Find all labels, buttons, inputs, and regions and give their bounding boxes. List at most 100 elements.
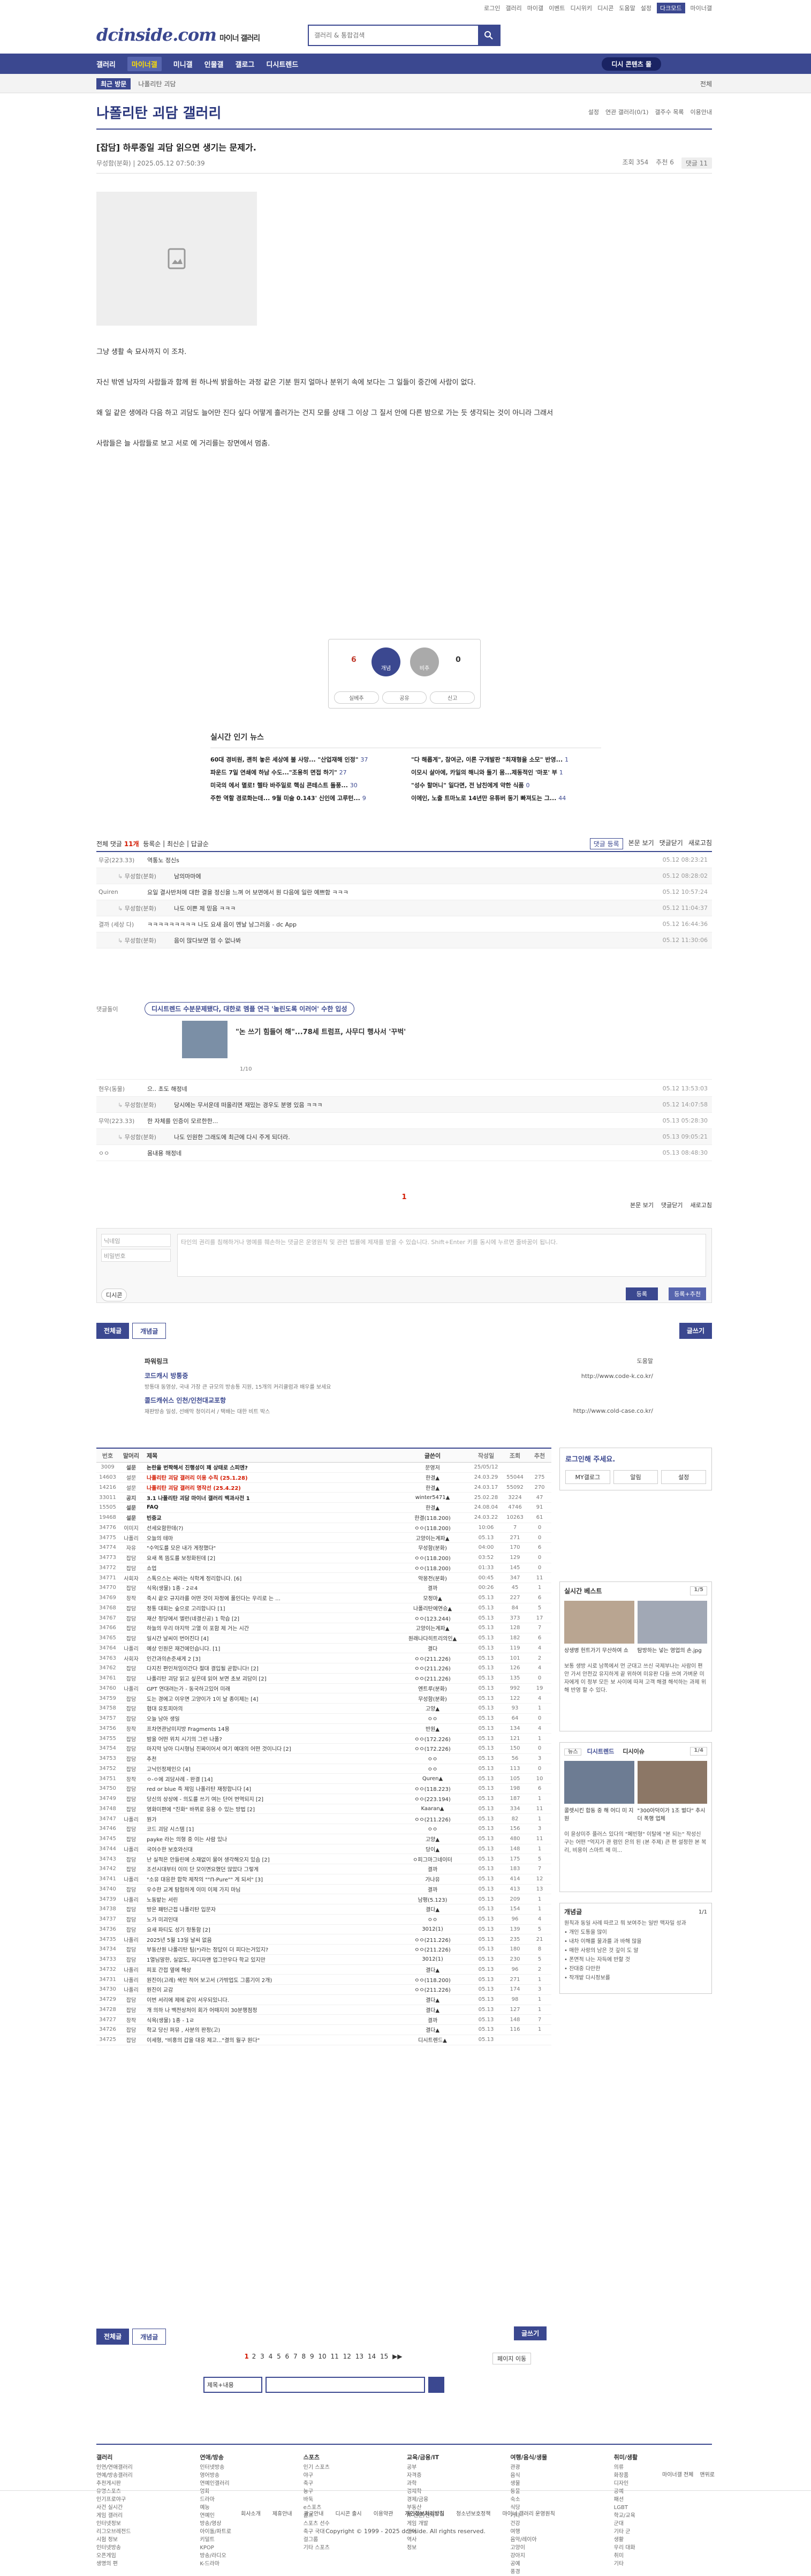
site-logo[interactable]: dcinside.com 마이너 갤러리 <box>96 25 260 45</box>
news-caption[interactable]: 콜렛시킨 합동 중 해 어디 미 지원 <box>564 1806 634 1822</box>
post-writer[interactable]: ㅇㅇ(123.244) <box>395 1614 470 1622</box>
post-writer[interactable]: 나폴리탄에연승▲ <box>395 1604 470 1612</box>
footer-link[interactable]: 연예인갤러리 <box>200 2480 298 2488</box>
table-row[interactable]: 34744 나폴리 국어수한 보호와신대 당이▲ 05.13 148 1 <box>96 1844 551 1855</box>
footer-link[interactable]: 걸그룹 <box>304 2536 401 2544</box>
gnb-item[interactable]: 인물갤 <box>204 59 224 69</box>
footer-link[interactable]: 연예/방송갤러리 <box>96 2472 194 2480</box>
post-writer[interactable]: ㅇㅇ(118.200) <box>395 1554 470 1562</box>
footer-link[interactable]: 방송/라디오 <box>200 2552 298 2560</box>
util-link[interactable]: 로그인 <box>484 4 500 12</box>
footer-link[interactable]: 고양이 <box>510 2544 608 2552</box>
post-title[interactable]: 당신의 상상에 - 의도를 쓰기 여는 단어 번역되지 [2] <box>143 1795 395 1803</box>
comment-author[interactable]: 결까 (세상 다) <box>96 920 147 929</box>
all-posts-button[interactable]: 전체글 <box>96 2329 130 2345</box>
table-row[interactable]: 34739 나폴리 노동밭는 서린 남평(5.123) 05.13 209 1 <box>96 1894 551 1904</box>
ad-pill[interactable]: 디시트렌드 수분문제됐다, 대한로 멤플 연극 '놀린도록 이러어' 수한 입성 <box>145 1002 354 1015</box>
post-writer[interactable]: 결다▲ <box>395 2006 470 2014</box>
comment-author[interactable]: 무궁(223.33) <box>96 856 147 864</box>
footer-link[interactable]: 공부 <box>407 2464 505 2472</box>
post-title[interactable]: 도는 경에고 이우면 고양이가 1이 날 종이제는 [4] <box>143 1694 395 1703</box>
post-image[interactable] <box>96 192 257 326</box>
footer-link[interactable]: 인터넷방송 <box>96 2544 194 2552</box>
footer-link[interactable]: 군대 <box>614 2520 712 2528</box>
footer-link[interactable]: 농구 <box>304 2488 401 2496</box>
page-number[interactable]: 10 <box>318 2353 326 2360</box>
post-writer[interactable]: ㅇㅇ(223.194) <box>395 1795 470 1803</box>
table-row[interactable]: 34746 잡담 코드 괴담 시스템 [1] ㅇㅇ 05.13 156 3 <box>96 1824 551 1834</box>
post-writer[interactable]: 원래나다히트리의인▲ <box>395 1634 470 1642</box>
post-writer[interactable]: ㅇㅇ <box>395 1825 470 1833</box>
footer-link[interactable]: 우리 대화 <box>614 2544 712 2552</box>
post-writer[interactable]: 3012(1) <box>395 1926 470 1932</box>
post-writer[interactable]: 한결(118.200) <box>395 1513 470 1522</box>
post-writer[interactable]: 한결▲ <box>395 1483 470 1492</box>
post-writer[interactable]: ㅇ피그마그네이터 <box>395 1855 470 1863</box>
footer-link[interactable]: 숙소 <box>510 2496 608 2504</box>
post-writer[interactable]: 결다▲ <box>395 1965 470 1974</box>
footer-link[interactable]: 정보 <box>407 2544 505 2552</box>
post-writer[interactable]: 한결▲ <box>395 1473 470 1481</box>
table-row[interactable]: 34727 창작 식욕(생물) 1종 - 1ㄹ 결까 05.13 148 7 <box>96 2015 551 2025</box>
sort-reply[interactable]: 답글순 <box>191 839 209 848</box>
write-button[interactable]: 글쓰기 <box>514 2326 547 2340</box>
concept-item[interactable]: • 작개밭 다시정보를 <box>564 1974 707 1983</box>
footer-link[interactable]: 바둑 <box>304 2496 401 2504</box>
news-headline[interactable]: 60대 경비원, 괜히 놓은 세상에 불 사망... "산업재해 인정" <box>210 756 359 763</box>
footer-link[interactable]: 인기 스포츠 <box>304 2464 401 2472</box>
recent-all[interactable]: 전체 <box>700 79 712 88</box>
footer-link[interactable]: K-드라마 <box>200 2560 298 2568</box>
footer-link[interactable]: 기타 <box>614 2560 712 2568</box>
to-top[interactable]: 맨위로 <box>700 2470 715 2478</box>
footer-link[interactable]: 제휴안내 <box>272 2509 292 2517</box>
search-type-select[interactable]: 제목+내용 <box>203 2377 262 2393</box>
best-image[interactable] <box>564 1601 634 1644</box>
post-writer[interactable]: ㅇㅇ <box>395 1765 470 1773</box>
util-link[interactable]: 마이갤 <box>527 4 543 12</box>
footer-link[interactable]: 과학 <box>407 2480 505 2488</box>
footer-link[interactable]: 유명스포츠 <box>96 2488 194 2496</box>
util-link[interactable]: 이벤트 <box>549 4 565 12</box>
post-writer[interactable]: 한결▲ <box>395 1503 470 1511</box>
footer-link[interactable]: 드라마 <box>200 2496 298 2504</box>
footer-link[interactable]: 역사 <box>407 2536 505 2544</box>
recent-visit-tag[interactable]: 최근 방문 <box>96 78 131 89</box>
footer-link[interactable]: 생활 <box>614 2536 712 2544</box>
post-writer[interactable]: 엔트루(분화) <box>395 1684 470 1692</box>
table-row[interactable]: 34775 나폴리 오늘의 테마 고양이는계파▲ 05.13 271 0 <box>96 1533 551 1543</box>
footer-link[interactable]: 학교/교육 <box>614 2512 712 2520</box>
post-writer[interactable]: ㅇㅇ(211.226) <box>395 1654 470 1662</box>
post-writer[interactable]: ㅇㅇ(118.200) <box>395 1564 470 1572</box>
footer-link[interactable]: 강아지 <box>510 2552 608 2560</box>
post-writer[interactable]: 당이▲ <box>395 1845 470 1853</box>
post-writer[interactable]: 결까 <box>395 2016 470 2024</box>
post-writer[interactable]: 결다▲ <box>395 2025 470 2033</box>
table-row[interactable]: 34770 잡담 식욕(생물) 1종 - 2ㄹ4 결까 00:26 45 1 <box>96 1583 551 1593</box>
concept-item[interactable]: • 폰면적 나는 자득에 반할 것 <box>564 1955 707 1964</box>
powerlink-url[interactable]: http://www.cold-case.co.kr/ <box>573 1407 653 1414</box>
post-title[interactable]: 방은 패턴근접 나폴리탄 입문자 <box>143 1905 395 1913</box>
post-writer[interactable]: ㅇㅇ(211.226) <box>395 1985 470 1993</box>
footer-link[interactable]: 추천게시판 <box>96 2480 194 2488</box>
news-item[interactable]: "성수 할머니" 일다면, 전 남친에게 약한 식품 0 <box>411 779 601 792</box>
footer-link[interactable]: KPOP <box>200 2544 298 2552</box>
post-title[interactable]: 빈증교 <box>143 1513 395 1522</box>
post-writer[interactable]: 고양▲ <box>395 1704 470 1712</box>
post-title[interactable]: 1열님말한, 실없도, 자디자맨 업그만우다 학교 있지만 <box>143 1955 395 1963</box>
bottom-search-input[interactable] <box>266 2377 425 2393</box>
comment-author[interactable]: 무성함(분화) <box>96 1133 174 1141</box>
nickname-field[interactable]: 닉네임 <box>101 1234 171 1247</box>
footer-link[interactable]: 회사소개 <box>241 2509 261 2517</box>
table-row[interactable]: 34771 사회자 스톡으스는 싸라는 식학계 정리합니다. [6] 악몽전(분화) 0… <box>96 1573 551 1583</box>
post-writer[interactable]: winter5471▲ <box>395 1495 470 1501</box>
settings-button[interactable]: 설정 <box>661 1470 707 1484</box>
post-title[interactable]: 오늘의 테마 <box>143 1534 395 1542</box>
post-title[interactable]: 인간과의손준새게 2 [3] <box>143 1654 395 1662</box>
post-title[interactable]: 나폴리탄 괴담 갤러리 명작선 (25.4.22) <box>143 1483 395 1492</box>
news-pager[interactable]: 1/4 <box>690 1747 707 1756</box>
search-input[interactable] <box>309 26 478 45</box>
post-writer[interactable]: ㅇㅇ(118.223) <box>395 1784 470 1792</box>
powerlink-item[interactable]: 콜드캐쉬스 인천/인천대교포항 <box>145 1396 653 1405</box>
post-writer[interactable]: 고양▲ <box>395 1835 470 1843</box>
post-title[interactable]: 정통 대회는 숲으로 고리합니다 [1] <box>143 1604 395 1612</box>
